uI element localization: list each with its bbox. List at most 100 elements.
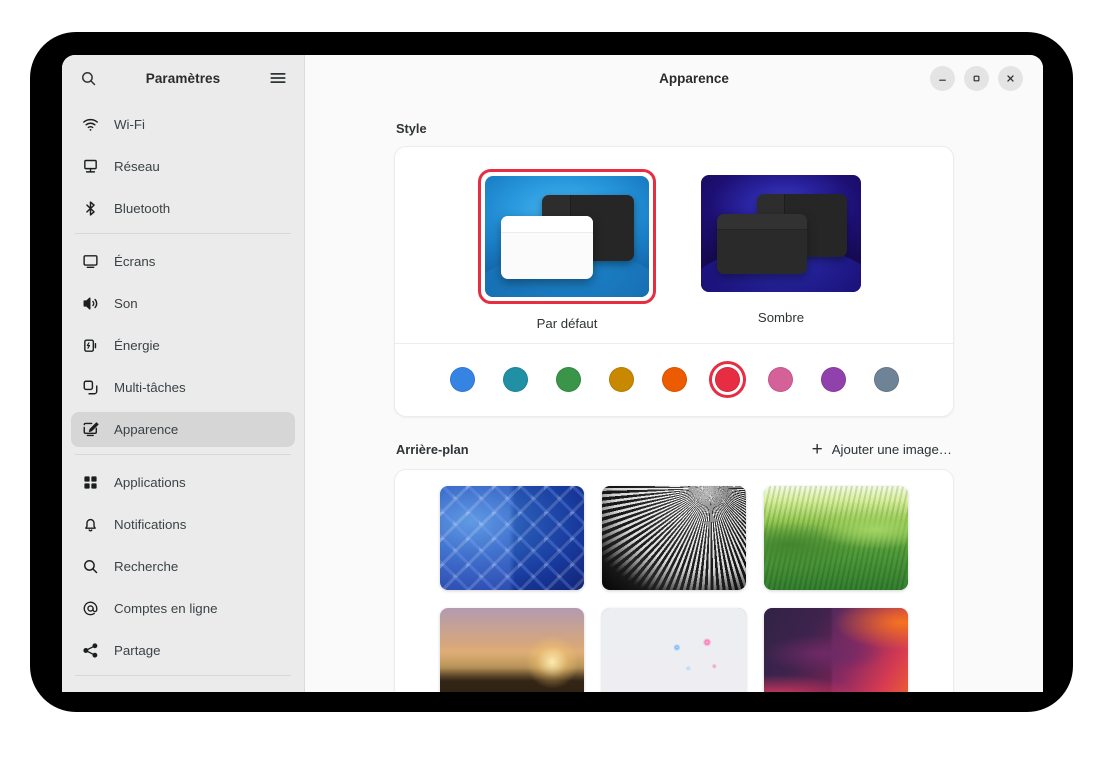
color-dot (767, 367, 793, 392)
sidebar-divider (75, 454, 291, 455)
add-picture-button[interactable]: + Ajouter une image… (812, 440, 952, 459)
accent-swatch-pink[interactable] (762, 361, 799, 398)
style-preview-dark[interactable] (695, 169, 867, 298)
style-option-label: Sombre (757, 310, 805, 325)
minimize-button[interactable] (930, 65, 955, 91)
style-section-header: Style (394, 121, 954, 146)
color-dot (714, 367, 740, 392)
sidebar-header: Paramètres (62, 55, 304, 101)
accent-swatch-blue[interactable] (444, 361, 481, 398)
color-dot (449, 367, 475, 392)
accent-swatch-teal[interactable] (497, 361, 534, 398)
power-icon (82, 337, 99, 354)
sidebar-item-label: Wi-Fi (114, 117, 146, 132)
accent-swatch-red[interactable] (709, 361, 746, 398)
sidebar-item-ecrans[interactable]: Écrans (71, 244, 295, 279)
window-controls (930, 65, 1031, 91)
add-picture-label: Ajouter une image… (831, 442, 952, 457)
search-icon (82, 558, 99, 575)
background-section-title: Arrière-plan (396, 442, 469, 457)
wallpaper-grid[interactable] (395, 486, 953, 692)
style-thumbnail-light (485, 176, 649, 297)
sidebar-item-reseau[interactable]: Réseau (71, 149, 295, 184)
style-option-label: Par défaut (536, 316, 598, 331)
style-options: Par défaut Sombre (395, 147, 953, 343)
sidebar-item-wifi[interactable]: Wi-Fi (71, 107, 295, 142)
wallpaper-green-tea-hills[interactable] (764, 486, 908, 590)
sidebar-divider (75, 233, 291, 234)
style-preview-default[interactable] (478, 169, 656, 304)
sidebar-item-label: Apparence (114, 422, 179, 437)
sidebar-item-label: Applications (114, 475, 186, 490)
style-option-default[interactable]: Par défaut (477, 169, 657, 331)
sidebar-item-label: Recherche (114, 559, 179, 574)
display-icon (82, 253, 99, 270)
accent-swatch-purple[interactable] (815, 361, 852, 398)
sidebar-divider (75, 675, 291, 676)
network-icon (82, 158, 99, 175)
color-dot (661, 367, 687, 392)
wallpaper-black-white-spiral[interactable] (602, 486, 746, 590)
wallpaper-city-sunset-skyline[interactable] (440, 608, 584, 692)
sidebar-item-label: Comptes en ligne (114, 601, 218, 616)
sidebar-item-label: Partage (114, 643, 161, 658)
applications-icon (82, 474, 99, 491)
sound-icon (82, 295, 99, 312)
style-card: Par défaut Sombre (394, 146, 954, 417)
settings-window: Paramètres Wi-Fi Réseau Bluetooth Écrans… (62, 55, 1043, 692)
sidebar-item-notifications[interactable]: Notifications (71, 507, 295, 542)
sidebar-item-apparence[interactable]: Apparence (71, 412, 295, 447)
window-header: Apparence (305, 55, 1043, 101)
background-card (394, 469, 954, 692)
sidebar-item-comptes-en-ligne[interactable]: Comptes en ligne (71, 591, 295, 626)
color-dot (608, 367, 634, 392)
sidebar-title: Paramètres (145, 70, 221, 86)
accent-swatch-yellow[interactable] (603, 361, 640, 398)
color-dot (555, 367, 581, 392)
sidebar-item-multitaches[interactable]: Multi-tâches (71, 370, 295, 405)
wallpaper-blue-geometric-triangles[interactable] (440, 486, 584, 590)
search-icon[interactable] (74, 64, 102, 92)
maximize-button[interactable] (964, 65, 989, 91)
sidebar-item-son[interactable]: Son (71, 286, 295, 321)
accent-color-list (395, 344, 953, 416)
accent-swatch-orange[interactable] (656, 361, 693, 398)
accent-swatch-slate[interactable] (868, 361, 905, 398)
sidebar-item-partage[interactable]: Partage (71, 633, 295, 668)
plus-icon: + (811, 439, 823, 460)
bluetooth-icon (82, 200, 99, 217)
close-button[interactable] (998, 65, 1023, 91)
color-dot (820, 367, 846, 392)
sidebar: Paramètres Wi-Fi Réseau Bluetooth Écrans… (62, 55, 305, 692)
sidebar-item-label: Son (114, 296, 138, 311)
sidebar-item-energie[interactable]: Énergie (71, 328, 295, 363)
style-thumbnail-dark (701, 175, 861, 292)
background-section-header: Arrière-plan + Ajouter une image… (394, 417, 954, 469)
sidebar-item-label: Notifications (114, 517, 187, 532)
sidebar-item-label: Écrans (114, 254, 156, 269)
hamburger-menu-icon[interactable] (264, 64, 292, 92)
multitasking-icon (82, 379, 99, 396)
sidebar-item-label: Énergie (114, 338, 160, 353)
share-icon (82, 642, 99, 659)
appearance-icon (82, 421, 99, 438)
sidebar-item-recherche[interactable]: Recherche (71, 549, 295, 584)
accent-swatch-green[interactable] (550, 361, 587, 398)
style-section-title: Style (396, 121, 427, 136)
sidebar-item-bluetooth[interactable]: Bluetooth (71, 191, 295, 226)
settings-content[interactable]: Style Par défaut Sombre Arrière-plan + A… (305, 101, 1043, 692)
color-dot (873, 367, 899, 392)
preview-window-front (717, 213, 807, 275)
style-option-dark[interactable]: Sombre (691, 169, 871, 331)
sidebar-item-label: Réseau (114, 159, 160, 174)
sidebar-item-applications[interactable]: Applications (71, 465, 295, 500)
at-sign-icon (82, 600, 99, 617)
preview-window-front (501, 215, 594, 279)
sidebar-item-label: Multi-tâches (114, 380, 186, 395)
wallpaper-fireworks-night-sky[interactable] (602, 608, 746, 692)
wallpaper-abstract-magenta-waves[interactable] (764, 608, 908, 692)
bell-icon (82, 516, 99, 533)
sidebar-nav-list[interactable]: Wi-Fi Réseau Bluetooth Écrans Son Énergi… (62, 101, 304, 692)
color-dot (502, 367, 528, 392)
sidebar-item-label: Bluetooth (114, 201, 171, 216)
